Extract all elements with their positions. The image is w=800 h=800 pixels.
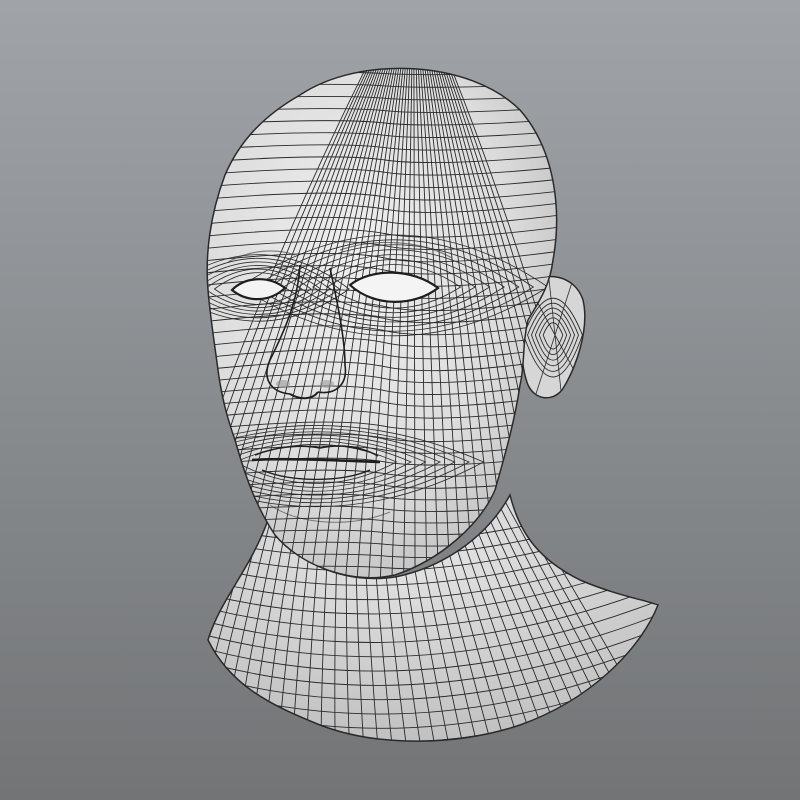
viewport-canvas	[0, 0, 800, 800]
3d-viewport[interactable]	[0, 0, 800, 800]
